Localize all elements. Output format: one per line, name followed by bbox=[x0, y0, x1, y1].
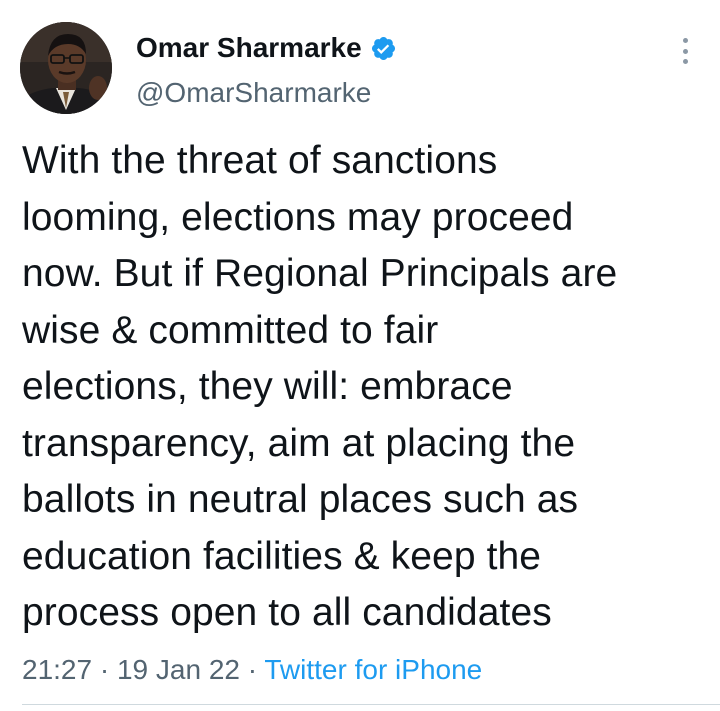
author-handle[interactable]: @OmarSharmarke bbox=[136, 76, 371, 110]
more-dot bbox=[682, 59, 688, 64]
tweet-text-line: transparency, aim at placing the bbox=[22, 421, 576, 465]
author-name-row: Omar Sharmarke bbox=[136, 30, 397, 66]
tweet-time[interactable]: 21:27 bbox=[22, 654, 92, 685]
avatar[interactable] bbox=[20, 22, 112, 114]
tweet-card: Omar Sharmarke @OmarSharmarke With the t… bbox=[0, 0, 720, 711]
meta-separator: · bbox=[247, 654, 258, 685]
author-display-name[interactable]: Omar Sharmarke bbox=[136, 30, 362, 66]
tweet-text-line: ballots in neutral places such as bbox=[22, 478, 579, 521]
verified-badge-icon bbox=[370, 35, 397, 62]
tweet-text-line: With the threat of sanctions bbox=[22, 139, 498, 182]
more-vertical-icon[interactable] bbox=[670, 36, 700, 66]
tweet-meta: 21:27 · 19 Jan 22 · Twitter for iPhone bbox=[22, 652, 482, 688]
more-dot bbox=[682, 48, 688, 54]
more-dot bbox=[682, 38, 688, 43]
tweet-text-line: now. But if Regional Principals are bbox=[22, 252, 618, 295]
tweet-source-link[interactable]: Twitter for iPhone bbox=[264, 654, 482, 685]
tweet-text-line: education facilities & keep the bbox=[22, 534, 542, 578]
tweet-date[interactable]: 19 Jan 22 bbox=[117, 654, 240, 685]
avatar-photo bbox=[20, 22, 112, 114]
divider bbox=[22, 704, 720, 705]
tweet-text: With the threat of sanctions looming, el… bbox=[22, 133, 702, 642]
tweet-text-line: looming, elections may proceed bbox=[22, 195, 574, 239]
tweet-text-line: process open to all candidates bbox=[22, 591, 552, 634]
tweet-text-line: elections, they will: embrace bbox=[22, 365, 513, 408]
tweet-text-line: wise & committed to fair bbox=[22, 308, 439, 352]
meta-separator: · bbox=[99, 654, 110, 685]
